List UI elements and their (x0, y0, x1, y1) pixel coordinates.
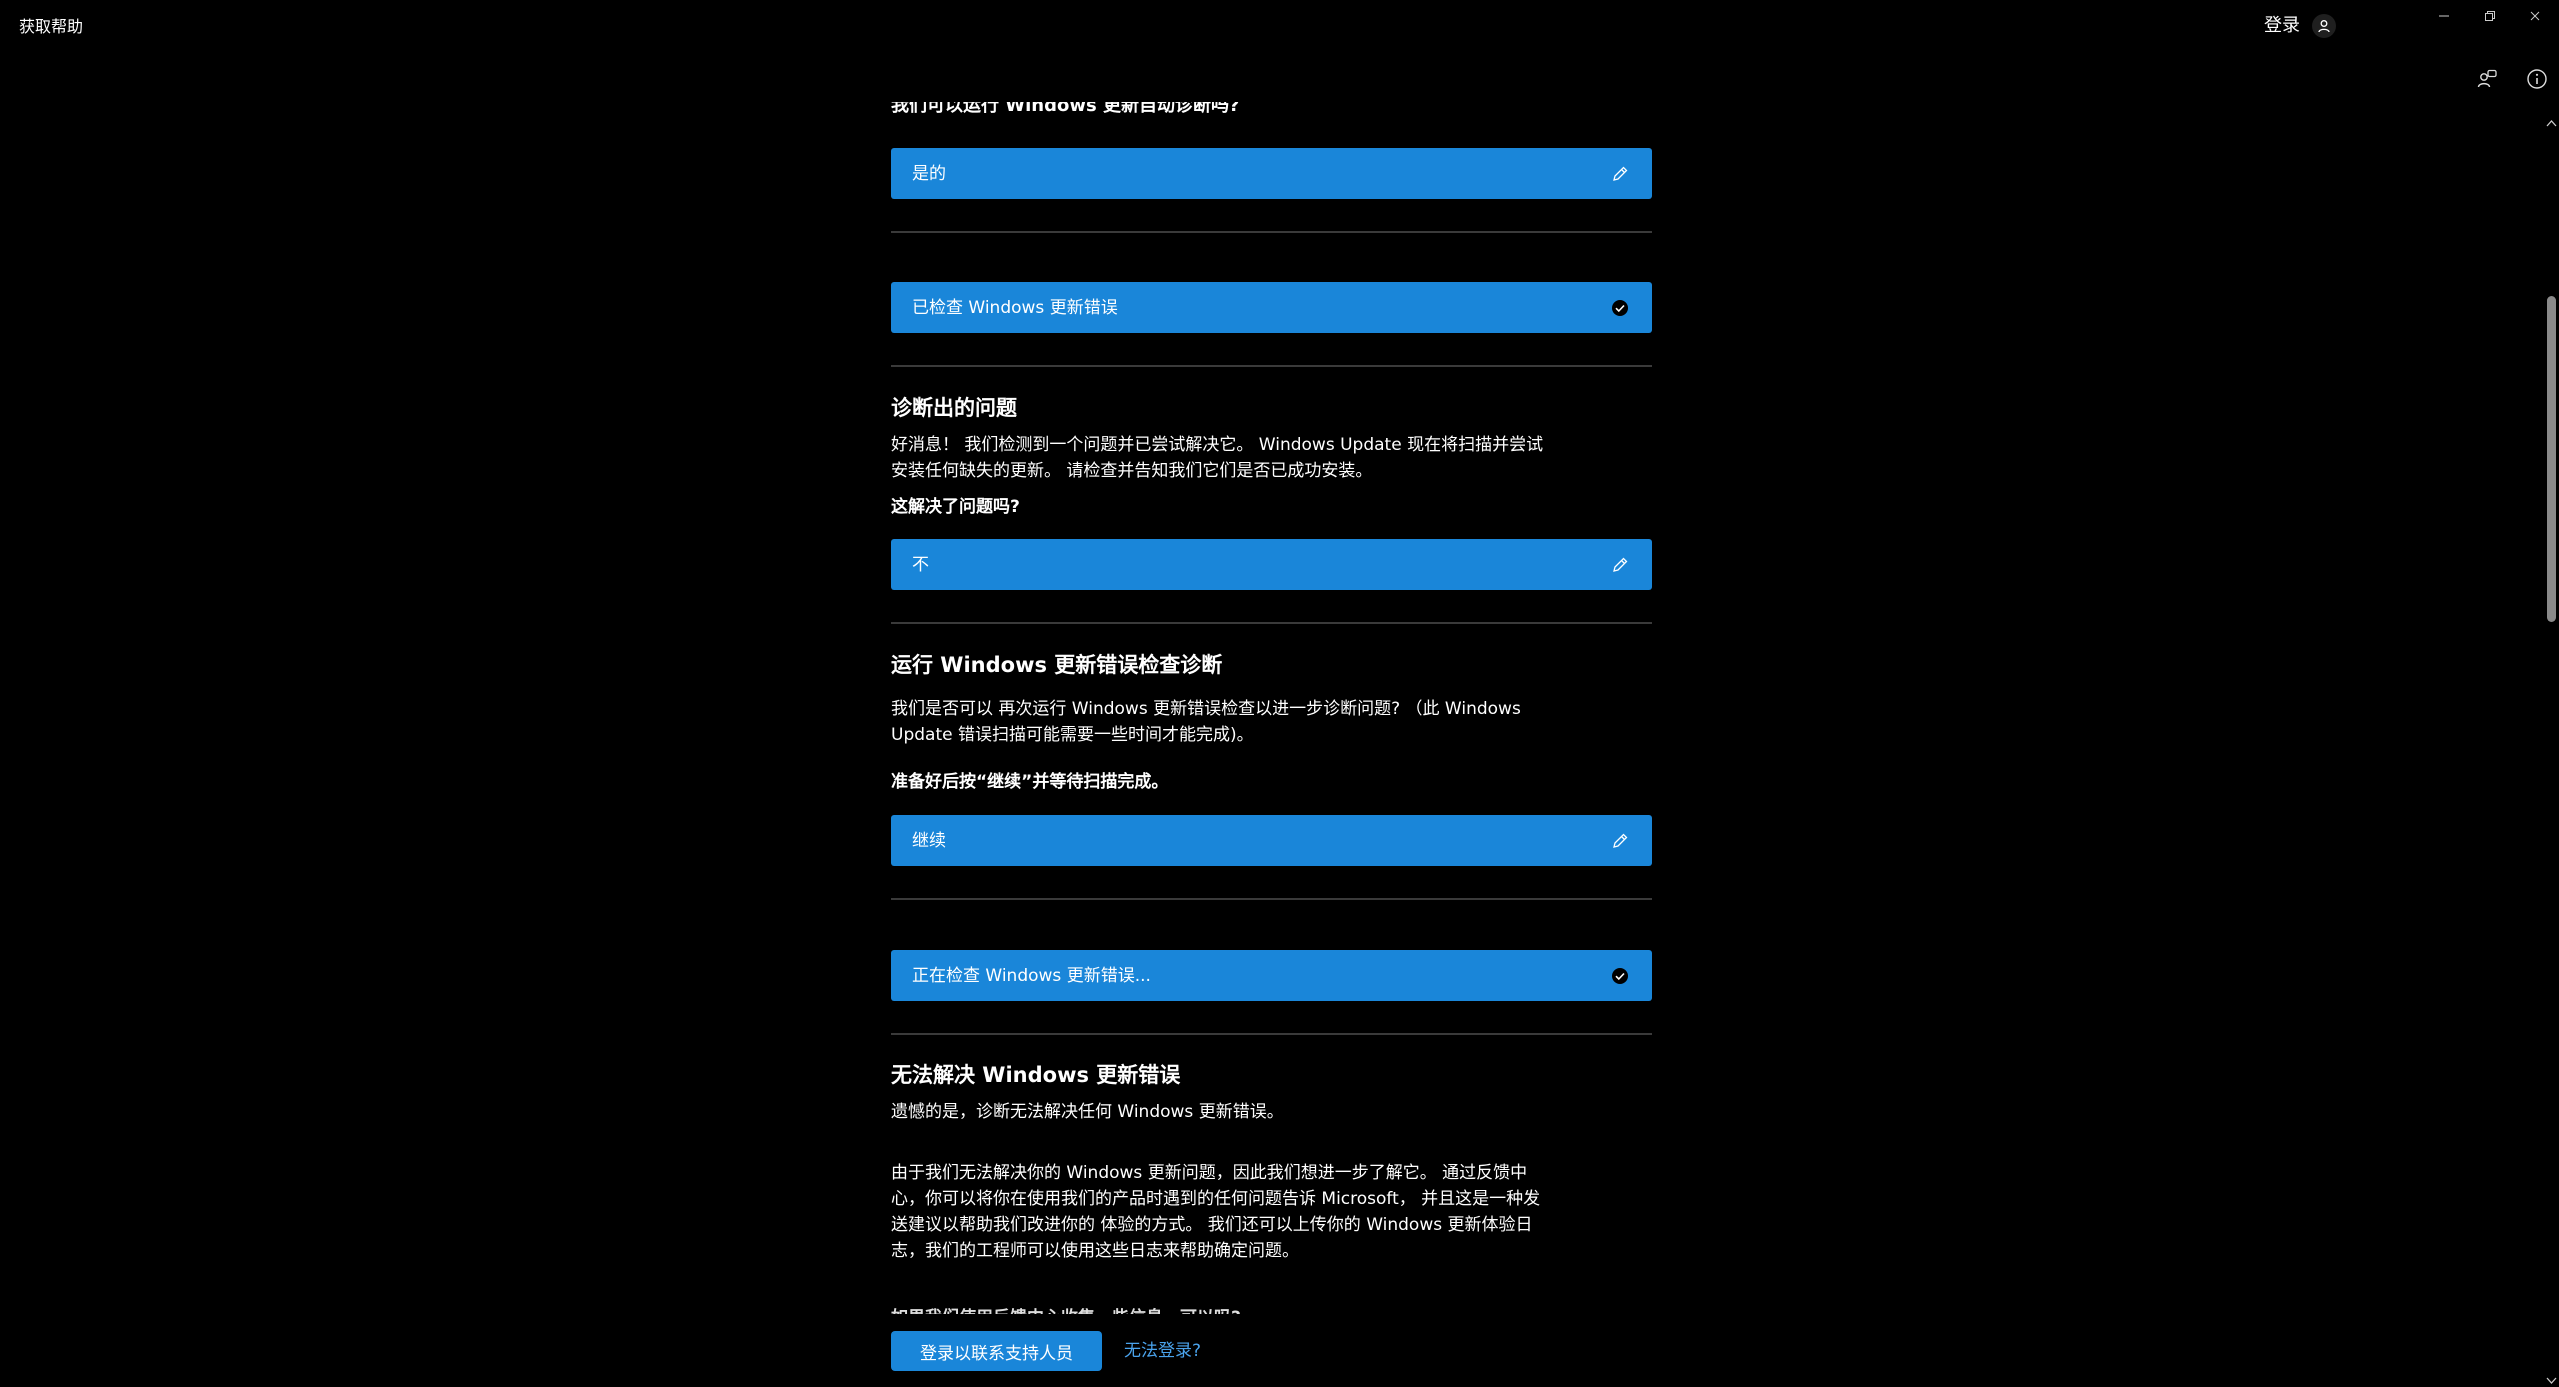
pencil-icon[interactable] (1610, 831, 1630, 851)
minimize-button[interactable] (2424, 4, 2464, 28)
feedback-text-line: 由于我们无法解决你的 Windows 更新问题，因此我们想进一步了解它。 通过反… (891, 1163, 1528, 1183)
divider (891, 622, 1652, 624)
title-bar: 获取帮助 登录 (0, 0, 2559, 53)
run-text-line: 我们是否可以 再次运行 Windows 更新错误检查以进一步诊断问题? （此 W… (891, 699, 1521, 719)
divider (891, 231, 1652, 233)
status-label: 正在检查 Windows 更新错误... (912, 965, 1151, 986)
app-title: 获取帮助 (19, 17, 84, 36)
scrollbar-thumb[interactable] (2547, 296, 2556, 622)
info-button[interactable] (2523, 67, 2551, 95)
divider (891, 365, 1652, 367)
cut-question-text: 如果我们使用反馈中心收集一些信息，可以吗? (891, 1305, 1591, 1314)
fail-heading: 无法解决 Windows 更新错误 (891, 1063, 1181, 1087)
fail-text: 遗憾的是，诊断无法解决任何 Windows 更新错误。 (891, 1102, 1284, 1122)
contact-support-button[interactable]: 登录以联系支持人员 (891, 1331, 1102, 1371)
diagnosis-text-line: 好消息！ 我们检测到一个问题并已尝试解决它。 Windows Update 现在… (891, 435, 1544, 455)
close-icon (2529, 7, 2541, 26)
pencil-icon[interactable] (1610, 164, 1630, 184)
feedback-text-line: 志，我们的工程师可以使用这些日志来帮助确定问题。 (891, 1241, 1299, 1261)
answer-label: 是的 (912, 163, 946, 184)
close-button[interactable] (2515, 4, 2555, 28)
scroll-up-icon[interactable] (2545, 113, 2558, 127)
cut-question: 如果我们使用反馈中心收集一些信息，可以吗? (891, 1305, 1591, 1314)
diagnosis-text: 好消息！ 我们检测到一个问题并已尝试解决它。 Windows Update 现在… (891, 432, 1591, 484)
run-text-line: Update 错误扫描可能需要一些时间才能完成)。 (891, 725, 1254, 745)
status-checking: 正在检查 Windows 更新错误... (891, 950, 1652, 1001)
sign-in-button[interactable]: 登录 (2264, 14, 2336, 38)
minimize-icon (2438, 7, 2450, 26)
answer-label: 不 (912, 554, 929, 575)
diagnosis-question: 这解决了问题吗? (891, 497, 1020, 517)
answer-label: 继续 (912, 830, 946, 851)
answer-no[interactable]: 不 (891, 539, 1652, 590)
question-heading-text: 我们可以运行 Windows 更新自动诊断吗? (891, 102, 1240, 116)
conversation-area: 我们可以运行 Windows 更新自动诊断吗? 是的 已检查 Windows 更… (0, 53, 2559, 1387)
diagnosis-heading: 诊断出的问题 (891, 396, 1017, 420)
person-icon (2312, 14, 2336, 38)
info-icon (2526, 68, 2548, 94)
answer-continue[interactable]: 继续 (891, 815, 1652, 866)
feedback-text-line: 送建议以帮助我们改进你的 体验的方式。 我们还可以上传你的 Windows 更新… (891, 1215, 1533, 1235)
status-label: 已检查 Windows 更新错误 (912, 297, 1118, 318)
divider (891, 898, 1652, 900)
pencil-icon[interactable] (1610, 555, 1630, 575)
restore-button[interactable] (2470, 4, 2510, 28)
footer-bar (0, 1314, 2544, 1387)
feedback-text: 由于我们无法解决你的 Windows 更新问题，因此我们想进一步了解它。 通过反… (891, 1160, 1591, 1264)
answer-yes[interactable]: 是的 (891, 148, 1652, 199)
sign-in-label: 登录 (2264, 15, 2300, 36)
share-icon (2476, 68, 2498, 94)
diagnosis-text-line: 安装任何缺失的更新。 请检查并告知我们它们是否已成功安装。 (891, 461, 1373, 481)
run-text: 我们是否可以 再次运行 Windows 更新错误检查以进一步诊断问题? （此 W… (891, 696, 1591, 748)
feedback-text-line: 心，你可以将你在使用我们的产品时遇到的任何问题告诉 Microsoft， 并且这… (891, 1189, 1541, 1209)
restore-icon (2484, 7, 2496, 26)
cant-sign-in-link[interactable]: 无法登录? (1124, 1339, 1201, 1363)
check-circle-icon (1610, 298, 1630, 318)
share-button[interactable] (2473, 67, 2501, 95)
run-prompt: 准备好后按“继续”并等待扫描完成。 (891, 772, 1169, 792)
run-heading: 运行 Windows 更新错误检查诊断 (891, 653, 1223, 677)
status-checked: 已检查 Windows 更新错误 (891, 282, 1652, 333)
question-heading: 我们可以运行 Windows 更新自动诊断吗? (891, 102, 1239, 118)
scroll-down-icon[interactable] (2545, 1371, 2558, 1384)
check-circle-icon (1610, 966, 1630, 986)
divider (891, 1033, 1652, 1035)
